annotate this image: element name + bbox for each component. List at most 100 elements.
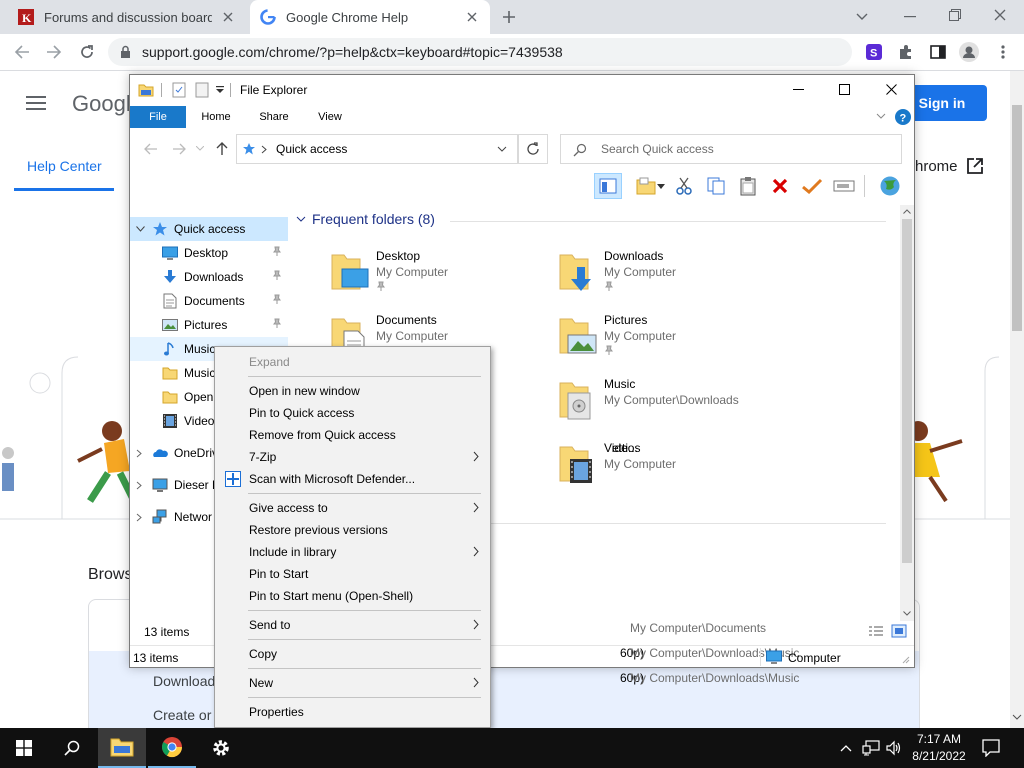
expand-chevron-icon[interactable] <box>136 513 148 522</box>
new-folder-quick-icon[interactable] <box>195 82 209 98</box>
start-button[interactable] <box>0 728 48 768</box>
taskbar-clock[interactable]: 7:17 AM 8/21/2022 <box>904 731 974 765</box>
menu-item-pin-start[interactable]: Pin to Start <box>218 563 487 585</box>
refresh-button[interactable] <box>518 134 548 164</box>
close-window-button[interactable] <box>988 3 1012 27</box>
taskbar-settings[interactable] <box>197 728 245 768</box>
menu-item-pin-quick-access[interactable]: Pin to Quick access <box>218 402 487 424</box>
nav-desktop[interactable]: Desktop <box>130 241 288 265</box>
menu-item-include-library[interactable]: Include in library <box>218 541 487 563</box>
scroll-down-arrow[interactable] <box>1012 714 1022 720</box>
recent-locations-icon[interactable] <box>196 146 204 151</box>
back-icon[interactable] <box>144 143 158 155</box>
explorer-search-input[interactable]: Search Quick access <box>560 134 902 164</box>
copy-icon[interactable] <box>702 173 730 199</box>
nav-documents[interactable]: Documents <box>130 289 288 313</box>
page-scrollbar-thumb[interactable] <box>1012 105 1022 331</box>
menu-item-new[interactable]: New <box>218 672 487 694</box>
scroll-down-arrow[interactable] <box>903 611 911 616</box>
menu-item-pin-start-openshell[interactable]: Pin to Start menu (Open-Shell) <box>218 585 487 607</box>
explorer-scrollbar-thumb[interactable] <box>902 219 912 563</box>
delete-x-icon[interactable] <box>766 173 794 199</box>
tab-forums[interactable]: K Forums and discussion boards o <box>8 0 246 34</box>
taskbar-search-button[interactable] <box>48 728 96 768</box>
volume-icon[interactable] <box>886 740 902 756</box>
paste-clipboard-icon[interactable] <box>734 173 762 199</box>
customize-quick-access-icon[interactable] <box>216 86 224 94</box>
menu-item-send-to[interactable]: Send to <box>218 614 487 636</box>
close-window-button[interactable] <box>886 84 897 95</box>
tab-chrome-help[interactable]: Google Chrome Help <box>250 0 490 34</box>
nav-quick-access[interactable]: Quick access <box>130 217 288 241</box>
scroll-up-arrow[interactable] <box>903 209 911 214</box>
forward-icon[interactable] <box>172 143 186 155</box>
extension-s-icon[interactable]: S <box>862 40 886 64</box>
chrome-link[interactable]: hrome <box>915 158 958 175</box>
help-center-nav[interactable]: Help Center <box>27 158 102 174</box>
taskbar-file-explorer[interactable] <box>98 728 146 768</box>
menu-item-remove-quick-access[interactable]: Remove from Quick access <box>218 424 487 446</box>
nav-pictures[interactable]: Pictures <box>130 313 288 337</box>
menu-item-give-access[interactable]: Give access to <box>218 497 487 519</box>
explorer-address-box[interactable]: Quick access <box>236 134 518 164</box>
ribbon-tab-file[interactable]: File <box>130 106 186 128</box>
ribbon-tab-view[interactable]: View <box>306 106 354 128</box>
preview-pane-icon[interactable] <box>594 173 622 199</box>
explorer-scrollbar[interactable] <box>900 205 914 621</box>
resize-grip-icon[interactable] <box>902 656 910 664</box>
network-status-icon[interactable] <box>862 740 880 756</box>
rename-icon[interactable] <box>830 173 858 199</box>
open-external-icon[interactable] <box>966 157 984 175</box>
breadcrumb-quick-access[interactable]: Quick access <box>276 142 347 156</box>
hamburger-menu-icon[interactable] <box>26 95 46 111</box>
new-tab-button[interactable] <box>497 5 521 29</box>
maximize-button[interactable] <box>839 84 850 95</box>
folder-tile-music[interactable]: Music My Computer\Downloads <box>558 373 778 429</box>
create-topic-link[interactable]: Create or <box>153 707 211 723</box>
notifications-icon[interactable] <box>982 739 1000 757</box>
collapse-group-icon[interactable] <box>296 216 306 222</box>
cut-scissors-icon[interactable] <box>670 173 698 199</box>
folder-tile-pictures[interactable]: Pictures My Computer <box>558 309 778 365</box>
taskbar-chrome[interactable] <box>148 728 196 768</box>
download-topic-link[interactable]: Download <box>153 673 215 689</box>
menu-item-scan-defender[interactable]: Scan with Microsoft Defender... <box>218 468 487 490</box>
forward-button[interactable] <box>42 40 66 64</box>
new-item-dropdown-icon[interactable] <box>654 173 668 199</box>
ribbon-tab-home[interactable]: Home <box>192 106 240 128</box>
menu-item-restore-versions[interactable]: Restore previous versions <box>218 519 487 541</box>
reload-button[interactable] <box>75 40 99 64</box>
nav-downloads[interactable]: Downloads <box>130 265 288 289</box>
lock-icon[interactable] <box>120 45 131 59</box>
check-mark-icon[interactable] <box>798 173 826 199</box>
breadcrumb-chevron-icon[interactable] <box>261 145 267 154</box>
chrome-menu-icon[interactable] <box>991 40 1015 64</box>
details-view-icon[interactable] <box>868 625 884 637</box>
large-icons-view-icon[interactable] <box>891 624 907 638</box>
tab-search-icon[interactable] <box>850 5 874 29</box>
folder-tile-downloads[interactable]: Downloads My Computer <box>558 245 778 301</box>
side-panel-icon[interactable] <box>926 40 950 64</box>
expand-chevron-icon[interactable] <box>136 481 148 490</box>
menu-item-copy[interactable]: Copy <box>218 643 487 665</box>
menu-item-open-new-window[interactable]: Open in new window <box>218 380 487 402</box>
help-icon[interactable]: ? <box>895 109 911 125</box>
frequent-folders-heading[interactable]: Frequent folders (8) <box>312 211 435 227</box>
expand-ribbon-icon[interactable] <box>876 113 886 119</box>
show-hidden-icons-chevron[interactable] <box>840 744 852 752</box>
restore-button[interactable] <box>943 3 967 27</box>
globe-icon[interactable] <box>876 173 904 199</box>
back-button[interactable] <box>10 40 34 64</box>
folder-tile-desktop[interactable]: Desktop My Computer <box>330 245 550 301</box>
profile-avatar[interactable] <box>957 40 981 64</box>
up-arrow-icon[interactable] <box>216 142 228 156</box>
menu-item-7zip[interactable]: 7-Zip <box>218 446 487 468</box>
expand-arrow-icon[interactable] <box>136 226 148 232</box>
minimize-button[interactable] <box>898 5 922 29</box>
close-icon[interactable] <box>464 9 480 25</box>
address-bar[interactable]: support.google.com/chrome/?p=help&ctx=ke… <box>108 38 852 66</box>
extensions-puzzle-icon[interactable] <box>894 40 918 64</box>
expand-chevron-icon[interactable] <box>136 449 148 458</box>
menu-item-expand[interactable]: Expand <box>218 351 487 373</box>
menu-item-properties[interactable]: Properties <box>218 701 487 723</box>
